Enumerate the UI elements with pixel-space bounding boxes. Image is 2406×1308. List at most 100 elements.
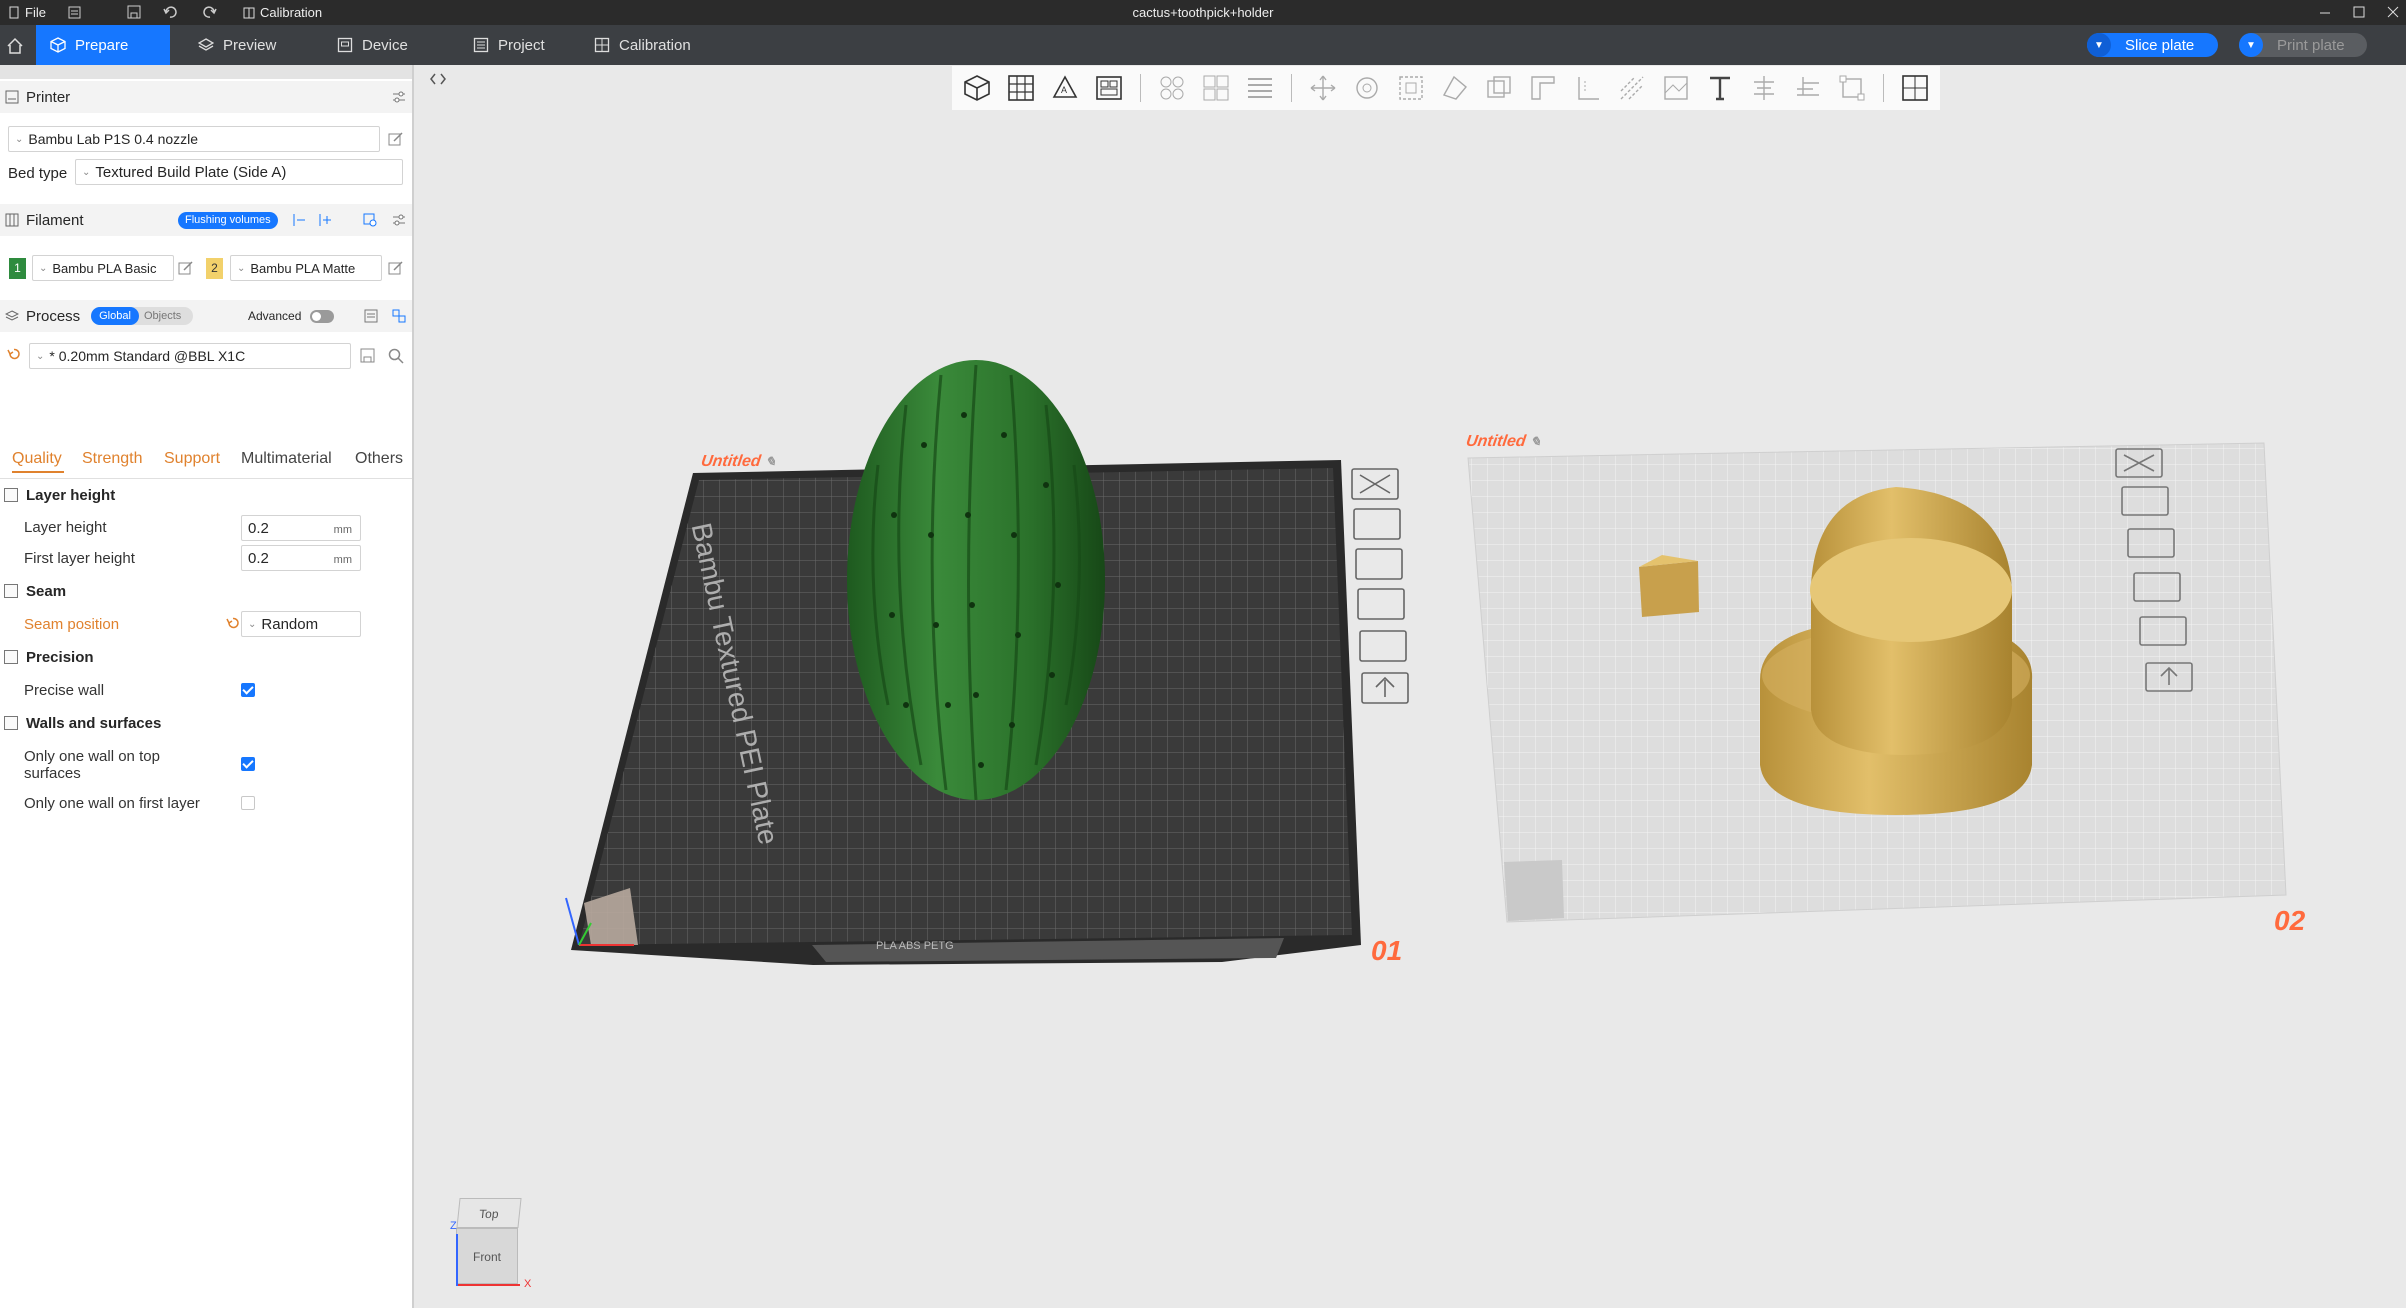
tab-others-label: Others: [355, 450, 404, 467]
one-wall-first-layer-checkbox[interactable]: [241, 796, 255, 810]
edit-filament-2-icon[interactable]: [388, 260, 404, 276]
toggle-objects[interactable]: Objects: [144, 307, 181, 325]
tab-prepare[interactable]: Prepare: [36, 25, 170, 65]
plate-01-settings-icon[interactable]: [1359, 630, 1407, 662]
print-dropdown-chevron-icon[interactable]: ▼: [2239, 33, 2263, 57]
tab-support[interactable]: Support: [164, 450, 220, 468]
process-preset-select[interactable]: ⌄ * 0.20mm Standard @BBL X1C: [29, 343, 351, 369]
group-layer-height-label: Layer height: [26, 486, 116, 504]
tab-others[interactable]: Others: [355, 450, 403, 468]
search-icon[interactable]: [388, 348, 404, 364]
edit-filament-1-icon[interactable]: [178, 260, 194, 276]
process-list-icon[interactable]: [364, 309, 378, 323]
reset-icon[interactable]: [7, 347, 21, 361]
group-walls-label: Walls and surfaces: [26, 714, 162, 732]
global-objects-toggle[interactable]: Global Objects: [91, 307, 193, 325]
text-tool-icon[interactable]: [1701, 69, 1739, 107]
printer-settings-icon[interactable]: [392, 90, 406, 104]
move-icon[interactable]: [1304, 69, 1342, 107]
add-filament-icon[interactable]: [318, 213, 332, 227]
tab-quality[interactable]: Quality: [12, 450, 64, 473]
layer-height-input[interactable]: 0.2 mm: [241, 515, 361, 541]
scale-icon[interactable]: [1392, 69, 1430, 107]
menu-icon[interactable]: [68, 6, 81, 19]
toggle-global[interactable]: Global: [91, 307, 139, 325]
plate-01-name[interactable]: Untitled ✎: [700, 453, 777, 471]
project-icon: [473, 37, 489, 53]
plate-01-orient-icon[interactable]: [1353, 508, 1401, 540]
first-layer-height-input[interactable]: 0.2 mm: [241, 545, 361, 571]
seam-reset-icon[interactable]: [226, 616, 240, 630]
color-paint-icon[interactable]: [1657, 69, 1695, 107]
process-compare-icon[interactable]: [392, 309, 406, 323]
calibration-icon: [594, 37, 610, 53]
plate-01-lock-icon[interactable]: [1357, 588, 1405, 620]
one-wall-top-checkbox[interactable]: [241, 757, 255, 771]
edit-printer-icon[interactable]: [388, 131, 404, 147]
minimize-icon[interactable]: [2318, 6, 2332, 20]
measure-icon[interactable]: [1745, 69, 1783, 107]
tab-calibration[interactable]: Calibration: [580, 25, 705, 65]
calibration-menu[interactable]: Calibration: [243, 0, 322, 25]
cactus-model[interactable]: [847, 360, 1105, 801]
filament-slot-1-swatch[interactable]: 1: [9, 258, 26, 279]
navigation-cube[interactable]: Top Front X Z: [450, 1198, 531, 1290]
auto-orient-icon[interactable]: A: [1046, 69, 1084, 107]
filament-sync-icon[interactable]: [363, 213, 377, 227]
rotate-icon[interactable]: [1348, 69, 1386, 107]
layer-height-value: 0.2: [248, 519, 269, 537]
tab-multimaterial[interactable]: Multimaterial: [241, 450, 332, 468]
home-icon[interactable]: [6, 37, 24, 55]
advanced-toggle[interactable]: [310, 310, 334, 323]
split-parts-icon[interactable]: [1197, 69, 1235, 107]
printer-select[interactable]: ⌄ Bambu Lab P1S 0.4 nozzle: [8, 126, 380, 152]
file-menu[interactable]: File: [8, 0, 46, 25]
fuzzy-skin-icon[interactable]: [1613, 69, 1651, 107]
layers-edit-icon[interactable]: [1241, 69, 1279, 107]
arrange-icon[interactable]: [1090, 69, 1128, 107]
toothpick-block[interactable]: [1639, 555, 1699, 617]
undo-icon[interactable]: [163, 5, 177, 19]
navcube-top-face[interactable]: Top: [456, 1198, 522, 1228]
save-preset-icon[interactable]: [360, 348, 376, 364]
print-plate-button[interactable]: ▼ Print plate: [2239, 33, 2367, 57]
slice-dropdown-chevron-icon[interactable]: ▼: [2087, 33, 2111, 57]
edit-plate-name-icon[interactable]: ✎: [1529, 434, 1542, 449]
tab-project[interactable]: Project: [459, 25, 559, 65]
support-paint-icon[interactable]: [1524, 69, 1562, 107]
assembly-icon[interactable]: [1789, 69, 1827, 107]
group-precision-label: Precision: [26, 648, 94, 666]
filament-slot-2-select[interactable]: ⌄ Bambu PLA Matte: [230, 255, 382, 281]
precise-wall-checkbox[interactable]: [241, 683, 255, 697]
add-plate-icon[interactable]: [1002, 69, 1040, 107]
edit-plate-name-icon[interactable]: ✎: [764, 454, 777, 469]
tab-device[interactable]: Device: [323, 25, 422, 65]
split-objects-icon[interactable]: [1153, 69, 1191, 107]
add-object-icon[interactable]: [958, 69, 996, 107]
seam-paint-icon[interactable]: [1569, 69, 1607, 107]
plate-01-arrange-icon[interactable]: [1355, 548, 1403, 580]
tab-preview[interactable]: Preview: [184, 25, 290, 65]
redo-icon[interactable]: [203, 5, 217, 19]
emboss-icon[interactable]: [1833, 69, 1871, 107]
tab-strength[interactable]: Strength: [82, 450, 142, 468]
close-icon[interactable]: [2386, 5, 2400, 19]
slice-plate-button[interactable]: ▼ Slice plate: [2087, 33, 2219, 57]
remove-filament-icon[interactable]: [292, 213, 306, 227]
filament-slot-2-swatch[interactable]: 2: [206, 258, 223, 279]
maximize-icon[interactable]: [2352, 5, 2366, 19]
cut-icon[interactable]: [1480, 69, 1518, 107]
tab-calibration-label: Calibration: [619, 36, 691, 54]
filament-settings-icon[interactable]: [392, 213, 406, 227]
navcube-front-face[interactable]: Front: [456, 1228, 518, 1284]
flushing-volumes-button[interactable]: Flushing volumes: [178, 212, 278, 229]
plate-view-icon[interactable]: [1896, 69, 1934, 107]
save-icon[interactable]: [127, 5, 141, 19]
plate-02-name[interactable]: Untitled ✎: [1465, 433, 1542, 451]
filament-slot-1-select[interactable]: ⌄ Bambu PLA Basic: [32, 255, 174, 281]
3d-viewport[interactable]: Untitled ✎ Untitled ✎ 01 02 Bambu Textur…: [416, 65, 2406, 1308]
lay-on-face-icon[interactable]: [1436, 69, 1474, 107]
bed-type-select[interactable]: ⌄ Textured Build Plate (Side A): [75, 159, 403, 185]
navcube-z-label: Z: [450, 1220, 457, 1232]
seam-position-select[interactable]: ⌄ Random: [241, 611, 361, 637]
